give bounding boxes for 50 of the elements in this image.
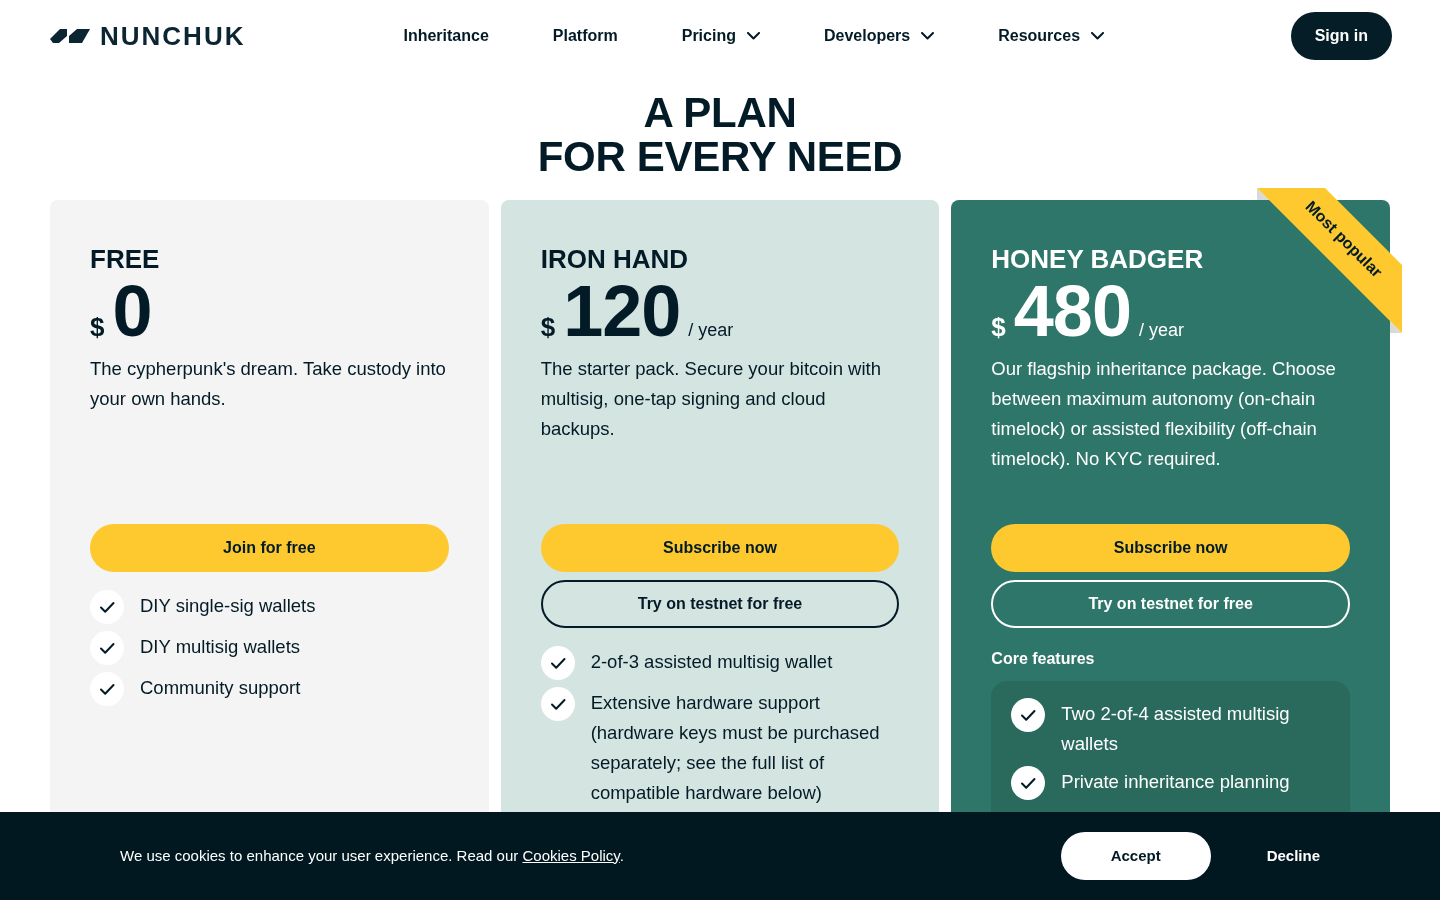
feature-text: DIY multisig wallets [140,635,301,659]
currency-symbol: $ [991,311,1006,344]
outline-button[interactable]: Try on testnet for free [540,580,900,628]
plan-description: The starter pack. Secure your bitcoin with multisig, one-tap signing and cloud backups. [540,357,882,441]
page-heading: A PLAN FOR EVERY NEED [536,91,904,179]
feature-text: Community support [140,676,301,700]
feature-text: Private inheritance planning [1061,770,1290,794]
billing-period: / year [688,319,734,342]
plan-name: FREE [90,244,161,274]
check-icon [1011,698,1046,732]
logo-icon [50,28,90,44]
currency-symbol: $ [90,311,105,344]
logo-wordmark[interactable]: NUNCHUK [100,23,246,49]
nav-link[interactable]: Inheritance [403,24,489,48]
primary-button[interactable]: Join for free [90,524,449,572]
accept-button[interactable]: Accept [1060,832,1211,880]
plan-description: Our flagship inheritance package. Choose between maximum autonomy (on-chain timelock) or assisted flexibility (off-chain timelock). No KYC required. [991,357,1337,471]
cookies-policy-link[interactable]: Cookies Policy [522,846,620,864]
feature-text: 2-of-3 assisted multisig wallet [590,650,833,674]
decline-button[interactable]: Decline [1266,844,1320,868]
feature-text: Extensive hardware support (hardware keys must be purchased separately; see the full list of compatible hardware below) [590,691,881,805]
feature-text: Two 2-of-4 assisted multisig wallets [1061,702,1291,756]
plan-name: IRON HAND [540,244,689,274]
check-icon [540,687,575,721]
sign-in-button[interactable]: Sign in [1290,12,1392,60]
nav-link[interactable]: Developers [823,24,935,48]
chevron-down-icon [921,32,935,40]
check-icon [90,631,124,665]
plan-name: HONEY BADGER [991,244,1205,274]
check-icon [1011,766,1046,800]
nav-link[interactable]: Pricing [681,24,760,48]
check-icon [90,590,124,624]
check-icon [90,672,124,706]
plan-description: The cypherpunk's dream. Take custody into your own hands. [90,357,447,411]
chevron-down-icon [1091,32,1105,40]
chevron-down-icon [746,32,760,40]
features-heading: Core features [991,649,1096,669]
feature-text: DIY single-sig wallets [140,594,316,618]
currency-symbol: $ [540,311,556,344]
price-amount: 480 [1013,274,1131,348]
primary-button[interactable]: Subscribe now [540,524,900,572]
billing-period: / year [1138,319,1184,342]
price-amount: 120 [563,274,681,348]
check-icon [540,646,575,680]
nav-link[interactable]: Resources [998,24,1105,48]
price-amount: 0 [112,274,152,348]
outline-button[interactable]: Try on testnet for free [991,580,1350,628]
primary-button[interactable]: Subscribe now [991,524,1350,572]
nav-link[interactable]: Platform [552,24,618,48]
cookie-notice: We use cookies to enhance your user experience. Read our Cookies Policy. [120,845,624,866]
